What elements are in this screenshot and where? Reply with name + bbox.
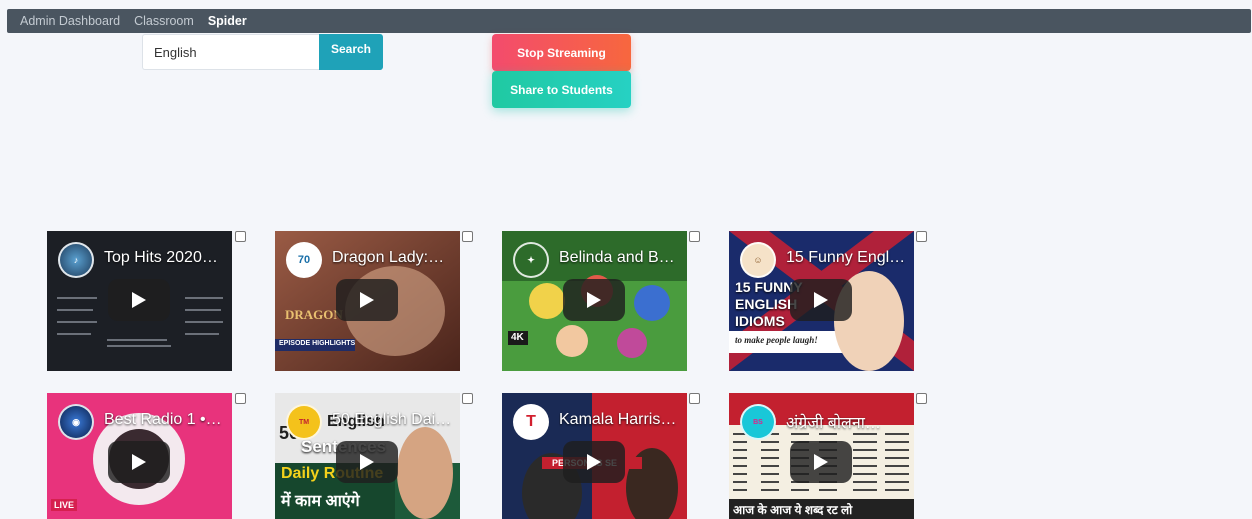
- nav-spider[interactable]: Spider: [208, 14, 247, 28]
- video-title: Kamala Harris…: [559, 411, 677, 428]
- video-card[interactable]: ♪ Top Hits 2020…: [47, 231, 232, 371]
- play-icon[interactable]: [336, 279, 398, 321]
- english-channel-icon: BS: [740, 404, 776, 440]
- tamadaan-logo-icon: TM: [286, 404, 322, 440]
- video-select-checkbox[interactable]: [462, 393, 473, 404]
- nav-classroom[interactable]: Classroom: [134, 14, 194, 28]
- thumbnail-bottom-text: आज के आज ये शब्द रट लो: [733, 503, 853, 517]
- play-icon[interactable]: [108, 279, 170, 321]
- thumbnail-subtext: to make people laugh!: [735, 335, 818, 345]
- telemundo-logo-icon: T: [513, 404, 549, 440]
- stop-streaming-button[interactable]: Stop Streaming: [492, 34, 631, 71]
- video-card[interactable]: आज के आज ये शब्द रट लो BS अंग्रेजी बोलना…: [729, 393, 914, 519]
- video-card[interactable]: PERSONAS SE T Kamala Harris…: [502, 393, 687, 519]
- video-select-checkbox[interactable]: [916, 393, 927, 404]
- video-title: Belinda and B…: [559, 249, 675, 266]
- play-icon[interactable]: [563, 441, 625, 483]
- play-icon[interactable]: [108, 441, 170, 483]
- video-select-checkbox[interactable]: [235, 393, 246, 404]
- thumbnail-strip-text: EPISODE HIGHLIGHTS: [279, 340, 356, 347]
- video-card[interactable]: 4K ✦ Belinda and B…: [502, 231, 687, 371]
- play-icon[interactable]: [790, 441, 852, 483]
- share-to-students-button[interactable]: Share to Students: [492, 71, 631, 108]
- video-card[interactable]: 50 English Sentences Daily Routine में क…: [275, 393, 460, 519]
- play-icon[interactable]: [336, 441, 398, 483]
- video-select-checkbox[interactable]: [689, 393, 700, 404]
- fairy-tale-channel-icon: ✦: [513, 242, 549, 278]
- video-select-checkbox[interactable]: [916, 231, 927, 242]
- play-icon[interactable]: [790, 279, 852, 321]
- radio-channel-icon: ◉: [58, 404, 94, 440]
- video-title: अंग्रेजी बोलना…: [786, 415, 881, 432]
- channel-70-logo-icon: 70: [286, 242, 322, 278]
- video-select-checkbox[interactable]: [462, 231, 473, 242]
- video-title: Dragon Lady:…: [332, 249, 445, 266]
- video-title: Best Radio 1 •…: [104, 411, 222, 428]
- top-navbar: Admin Dashboard Classroom Spider: [7, 9, 1251, 33]
- thumbnail-badge: 4K: [511, 332, 524, 343]
- thumbnail-text: DRAGON: [285, 307, 343, 322]
- video-title: 50 English Dai…: [332, 411, 452, 428]
- teacher-avatar-icon: ☺: [740, 242, 776, 278]
- nav-admin-dashboard[interactable]: Admin Dashboard: [20, 14, 120, 28]
- music-channel-icon: ♪: [58, 242, 94, 278]
- video-title: Top Hits 2020…: [104, 249, 218, 266]
- search-button[interactable]: Search: [319, 34, 383, 70]
- video-select-checkbox[interactable]: [689, 231, 700, 242]
- video-card[interactable]: 15 FUNNY ENGLISH IDIOMS to make people l…: [729, 231, 914, 371]
- video-card[interactable]: DRAGON EPISODE HIGHLIGHTS 70 Dragon Lady…: [275, 231, 460, 371]
- video-card[interactable]: LIVE ◉ Best Radio 1 •…: [47, 393, 232, 519]
- video-title: 15 Funny Engl…: [786, 249, 906, 266]
- live-badge: LIVE: [51, 499, 78, 511]
- search-input[interactable]: [142, 34, 319, 70]
- thumbnail-line: में काम आएंगे: [281, 493, 360, 510]
- video-select-checkbox[interactable]: [235, 231, 246, 242]
- play-icon[interactable]: [563, 279, 625, 321]
